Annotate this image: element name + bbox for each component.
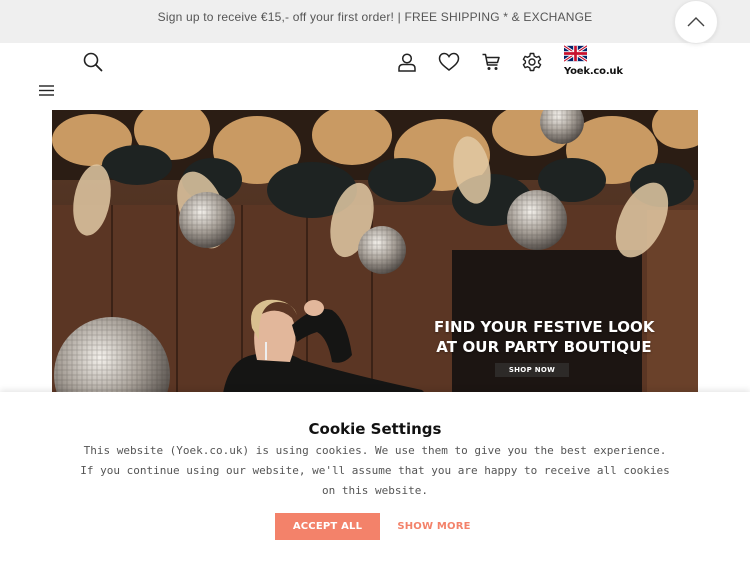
uk-flag-icon xyxy=(564,45,587,62)
promo-text: Sign up to receive €15,- off your first … xyxy=(157,10,593,24)
menu-icon xyxy=(38,84,54,96)
account-icon xyxy=(398,53,416,72)
show-more-button[interactable]: SHOW MORE xyxy=(392,513,476,540)
shop-now-button[interactable]: SHOP NOW xyxy=(495,363,569,377)
cookie-text: This website (Yoek.co.uk) is using cooki… xyxy=(80,444,670,497)
cookie-banner: Cookie Settings This website (Yoek.co.uk… xyxy=(0,392,750,563)
chevron-up-icon xyxy=(687,17,705,27)
hero-headline-line2: AT OUR PARTY BOUTIQUE xyxy=(436,338,652,356)
cookie-title: Cookie Settings xyxy=(308,420,442,438)
scroll-top-button[interactable] xyxy=(674,0,718,44)
settings-button[interactable] xyxy=(521,51,543,73)
promo-bar: Sign up to receive €15,- off your first … xyxy=(0,0,750,43)
account-button[interactable] xyxy=(396,51,418,73)
cart-icon xyxy=(482,53,500,70)
accept-all-button[interactable]: ACCEPT ALL xyxy=(275,513,380,540)
cart-button[interactable] xyxy=(480,51,502,73)
region-selector[interactable]: Yoek.co.uk xyxy=(563,44,633,80)
settings-icon xyxy=(522,52,542,72)
brand-name: Yoek.co.uk xyxy=(564,66,623,77)
hero-image xyxy=(52,110,698,400)
hero-banner[interactable]: FIND YOUR FESTIVE LOOK AT OUR PARTY BOUT… xyxy=(52,110,698,400)
menu-button[interactable] xyxy=(37,82,55,98)
wishlist-icon xyxy=(438,52,460,71)
hero-headline-line1: FIND YOUR FESTIVE LOOK xyxy=(434,318,655,336)
search-button[interactable] xyxy=(82,51,104,73)
search-icon xyxy=(83,52,103,72)
wishlist-button[interactable] xyxy=(437,51,461,73)
